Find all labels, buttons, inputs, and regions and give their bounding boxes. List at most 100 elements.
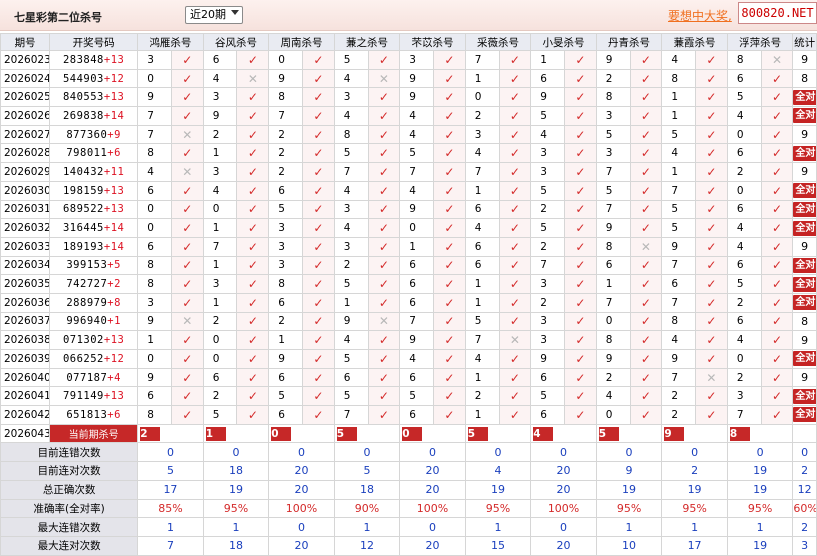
check-icon: ✓ (247, 239, 258, 254)
check-icon: ✓ (575, 164, 586, 179)
check-icon: ✓ (313, 221, 324, 236)
stat-cell: 全对 (792, 218, 817, 238)
check-icon: ✓ (706, 277, 717, 292)
result-cell: ✓ (302, 68, 335, 89)
check-icon: ✓ (182, 183, 193, 198)
table-row: 2026028 798011+6 8 ✓ 1 ✓ 2 ✓ 5 ✓ 5 ✓ 4 ✓ 3 ✓ 3 ✓ 4 ✓ 6 ✓ 全对 (0, 143, 817, 164)
current-kill-number: 0 (399, 423, 466, 444)
kill-number: 8 (595, 87, 631, 108)
col-expert[interactable]: 周南杀号 (268, 33, 335, 51)
summary-stat: 0 (792, 442, 817, 463)
kill-number: 4 (333, 68, 369, 89)
check-icon: ✓ (378, 239, 389, 254)
kill-number: 5 (661, 199, 697, 220)
col-stats: 统计 (792, 33, 817, 51)
check-icon: ✓ (182, 71, 193, 86)
check-icon: ✓ (378, 146, 389, 161)
summary-value: 0 (268, 442, 335, 463)
kill-number: 7 (464, 50, 500, 70)
kill-number: 3 (268, 236, 303, 257)
check-icon: ✓ (247, 295, 258, 310)
check-icon: ✓ (575, 295, 586, 310)
result-cell: ✓ (564, 106, 597, 126)
summary-label: 最大连错次数 (0, 517, 139, 537)
check-icon: ✓ (247, 351, 258, 366)
all-correct-badge: 全对 (793, 407, 816, 423)
period-select[interactable]: 近20期 (185, 6, 243, 24)
table-row: 2026027 877360+9 7 ✕ 2 ✓ 2 ✓ 8 ✓ 4 ✓ 3 ✓ 4 ✓ 5 ✓ 5 ✓ 0 ✓ 9 (0, 124, 817, 145)
result-cell: ✓ (236, 199, 270, 220)
summary-row: 总正确次数 17 19 20 18 20 19 20 19 19 19 12 (0, 479, 817, 500)
kill-number: 3 (530, 274, 566, 294)
result-cell: ✕ (236, 68, 270, 89)
kill-number: 0 (137, 349, 172, 369)
col-expert[interactable]: 芣苡杀号 (399, 33, 466, 51)
result-cell: ✓ (433, 292, 466, 313)
result-cell: ✓ (367, 124, 401, 145)
result-cell: ✓ (302, 124, 335, 145)
result-cell: ✓ (302, 162, 335, 182)
check-icon: ✓ (378, 52, 389, 67)
result-cell: ✓ (302, 386, 335, 407)
result-cell: ✓ (170, 405, 204, 425)
summary-value: 95% (595, 498, 663, 519)
result-cell: ✓ (433, 162, 466, 182)
check-icon: ✓ (706, 221, 717, 236)
kill-number: 3 (333, 87, 369, 108)
col-expert[interactable]: 蒹霞杀号 (661, 33, 728, 51)
result-cell: ✕ (498, 330, 532, 350)
col-expert[interactable]: 浮萍杀号 (726, 33, 794, 51)
current-kill-number: 4 (530, 423, 597, 444)
check-icon: ✓ (247, 202, 258, 217)
kill-number: 9 (268, 68, 303, 89)
kill-number: 7 (137, 106, 172, 126)
result-cell: ✓ (433, 255, 466, 276)
check-icon: ✓ (509, 202, 520, 217)
col-expert[interactable]: 谷风杀号 (202, 33, 270, 51)
kill-number: 1 (464, 405, 500, 425)
result-cell: ✓ (367, 405, 401, 425)
check-icon: ✓ (247, 183, 258, 198)
vip-link[interactable]: 要想中大奖, (668, 7, 732, 24)
summary-value: 19 (661, 479, 728, 500)
result-cell: ✓ (367, 274, 401, 294)
col-expert[interactable]: 蒹之杀号 (333, 33, 401, 51)
kill-number: 6 (530, 367, 566, 388)
result-cell: ✓ (433, 180, 466, 201)
current-stat (792, 423, 817, 444)
summary-value: 2 (661, 461, 728, 481)
check-icon: ✓ (247, 407, 258, 422)
site-badge[interactable]: 800820.NET (738, 2, 817, 24)
check-icon: ✓ (247, 370, 258, 385)
current-kill-badge: 0 (402, 426, 423, 441)
summary-label: 目前连对次数 (0, 461, 139, 481)
check-icon: ✓ (706, 239, 717, 254)
check-icon: ✓ (771, 90, 782, 105)
check-icon: ✓ (509, 164, 520, 179)
summary-value: 5 (333, 461, 401, 481)
result-cell: ✓ (236, 386, 270, 407)
table-row: 2026039 066252+12 0 ✓ 0 ✓ 9 ✓ 5 ✓ 4 ✓ 4 ✓ 9 ✓ 9 ✓ 9 ✓ 0 ✓ 全对 (0, 349, 817, 369)
result-cell: ✓ (564, 405, 597, 425)
result-cell: ✓ (236, 367, 270, 388)
result-cell: ✓ (760, 367, 794, 388)
check-icon: ✓ (313, 314, 324, 329)
kill-number: 4 (399, 180, 435, 201)
kill-number: 5 (464, 311, 500, 332)
kill-number: 5 (661, 218, 697, 238)
col-expert[interactable]: 鸿雁杀号 (137, 33, 204, 51)
draw-digits: 877360 (66, 128, 108, 141)
result-cell: ✓ (760, 292, 794, 313)
check-icon: ✓ (575, 407, 586, 422)
table-row: 2026040 077187+4 9 ✓ 6 ✓ 6 ✓ 6 ✓ 6 ✓ 1 ✓ 6 ✓ 2 ✓ 7 ✕ 2 ✓ 9 (0, 367, 817, 388)
col-expert[interactable]: 采薇杀号 (464, 33, 532, 51)
current-kill-badge: 1 (205, 426, 226, 441)
col-expert[interactable]: 小旻杀号 (530, 33, 597, 51)
chevron-down-icon (231, 10, 239, 15)
check-icon: ✓ (182, 202, 193, 217)
check-icon: ✓ (575, 71, 586, 86)
kill-number: 0 (202, 349, 238, 369)
result-cell: ✓ (629, 68, 663, 89)
issue-cell: 2026025 (0, 87, 51, 108)
col-expert[interactable]: 丹青杀号 (595, 33, 663, 51)
